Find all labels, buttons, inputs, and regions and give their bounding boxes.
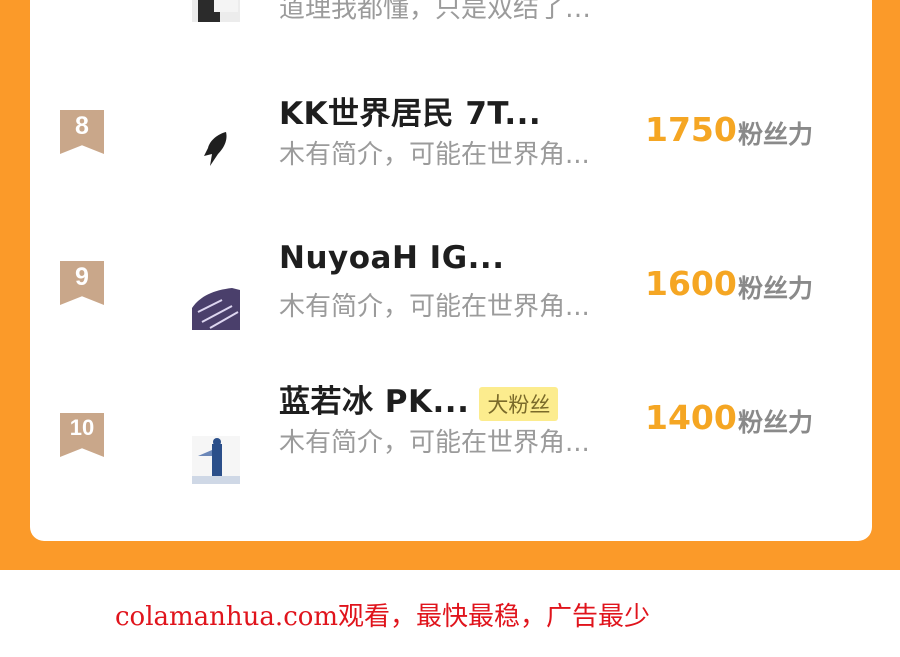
- fan-score-unit: 粉丝力: [738, 120, 814, 149]
- avatar[interactable]: [192, 126, 240, 174]
- list-item-rank-8[interactable]: 8 KK世界居民 7T... 木有简介，可能在世界角... 1750 粉丝力: [30, 96, 872, 218]
- watermark-text: colamanhua.com观看，最快最稳，广告最少: [115, 602, 651, 632]
- user-desc: 木有简介，可能在世界角...: [279, 292, 590, 322]
- user-name-text: 蓝若冰 PK...: [279, 384, 470, 420]
- avatar[interactable]: [192, 436, 240, 484]
- fan-score: 1400: [645, 398, 737, 437]
- fan-score: 1600: [645, 264, 737, 303]
- ranking-card: ｸﾞｰﾃｨﾙ 道理我都懂，只是双结了… 8 KK世界居民 7T... 木有简介，…: [30, 0, 872, 541]
- avatar-image: [192, 126, 240, 174]
- fan-score: 1750: [645, 110, 737, 149]
- user-name[interactable]: NuyoaH IG...: [279, 240, 504, 276]
- fan-score-unit: 粉丝力: [738, 274, 814, 303]
- user-desc: 木有简介，可能在世界角...: [279, 428, 590, 458]
- list-item-rank-10[interactable]: 10 蓝若冰 PK... 大粉丝 木有简介，可能在世界角... 1400 粉丝力: [30, 384, 872, 526]
- user-name[interactable]: KK世界居民 7T...: [279, 88, 541, 133]
- list-item-rank-9[interactable]: 9 NuyoaH IG... 木有简介，可能在世界角... 1600 粉丝力: [30, 240, 872, 372]
- avatar-image: [192, 282, 240, 330]
- rank-badge: 10: [60, 413, 104, 457]
- avatar-prev[interactable]: ｸﾞｰﾃｨﾙ: [192, 0, 240, 22]
- user-desc: 木有简介，可能在世界角...: [279, 140, 590, 170]
- fan-score-unit: 粉丝力: [738, 408, 814, 437]
- avatar-image: [192, 436, 240, 484]
- user-name-text: KK世界居民 7T...: [279, 96, 542, 132]
- rank-badge: 8: [60, 110, 104, 154]
- big-fan-badge: 大粉丝: [479, 386, 559, 421]
- avatar[interactable]: [192, 282, 240, 330]
- user-name[interactable]: 蓝若冰 PK... 大粉丝: [279, 376, 559, 421]
- prev-row-desc: 道理我都懂，只是双结了…: [279, 0, 592, 24]
- user-name-text: NuyoaH IG...: [279, 240, 505, 276]
- rank-badge: 9: [60, 261, 104, 305]
